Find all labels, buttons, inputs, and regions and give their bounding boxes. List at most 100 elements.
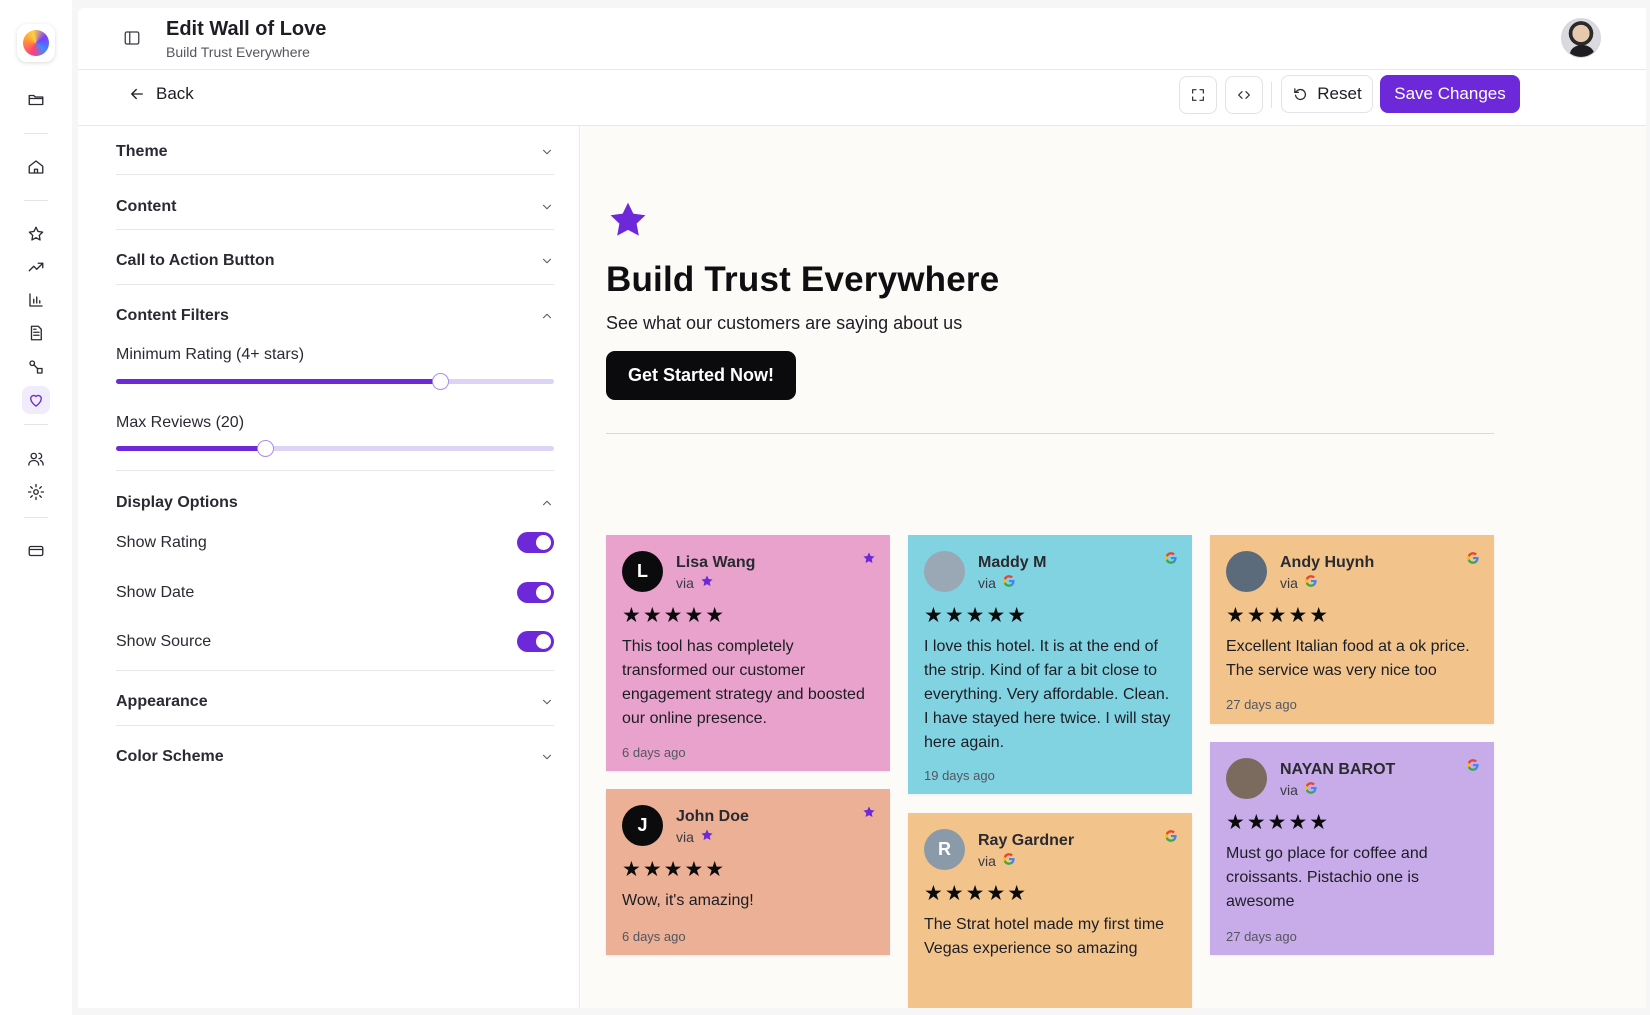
trending-icon[interactable] bbox=[22, 253, 50, 281]
review-card[interactable]: L Lisa Wang via ★★★★★ This tool has complete… bbox=[606, 535, 890, 771]
section-display-options[interactable]: Display Options bbox=[116, 491, 554, 515]
review-text: I love this hotel. It is at the end of t… bbox=[924, 638, 1171, 751]
reviewer-avatar bbox=[924, 551, 965, 592]
review-source: via bbox=[676, 574, 714, 591]
preview-subtitle: See what our customers are saying about … bbox=[606, 313, 963, 333]
reviewer-name: Lisa Wang bbox=[676, 554, 756, 571]
chevron-down-icon bbox=[542, 258, 552, 264]
gear-icon[interactable] bbox=[22, 478, 50, 506]
review-card[interactable]: R Ray Gardner via ★★★★★ The Strat hotel made… bbox=[908, 813, 1192, 1008]
back-button[interactable]: Back bbox=[128, 84, 194, 104]
star-icon bbox=[700, 828, 714, 845]
section-title: Content Filters bbox=[116, 307, 229, 324]
preview-divider bbox=[606, 433, 1494, 434]
section-title: Display Options bbox=[116, 494, 238, 511]
review-card[interactable]: NAYAN BAROT via ★★★★★ Must go place for cof… bbox=[1210, 742, 1494, 955]
rating-stars: ★★★★★ bbox=[924, 882, 1029, 905]
heart-icon[interactable] bbox=[22, 386, 50, 414]
review-source: via bbox=[1280, 574, 1318, 591]
reset-icon bbox=[1294, 87, 1307, 100]
chevron-down-icon bbox=[542, 754, 552, 760]
arrow-left-icon bbox=[131, 88, 143, 100]
chevron-down-icon bbox=[542, 149, 552, 155]
reviewer-name: Maddy M bbox=[978, 554, 1047, 571]
review-card[interactable]: J John Doe via ★★★★★ Wow, it's amazing! 6 day… bbox=[606, 789, 890, 955]
document-icon[interactable] bbox=[22, 319, 50, 347]
card-icon[interactable] bbox=[22, 537, 50, 565]
via-label: via bbox=[676, 574, 694, 591]
wall-of-love-preview: Build Trust Everywhere See what our cust… bbox=[581, 126, 1646, 1008]
reset-label: Reset bbox=[1317, 84, 1362, 103]
star-icon[interactable] bbox=[22, 220, 50, 248]
show-date-toggle[interactable] bbox=[517, 582, 554, 603]
star-icon bbox=[862, 805, 876, 824]
section-cta-button[interactable]: Call to Action Button bbox=[116, 249, 554, 273]
section-title: Theme bbox=[116, 143, 168, 160]
rating-stars: ★★★★★ bbox=[924, 604, 1029, 627]
reviewer-avatar bbox=[1226, 758, 1267, 799]
star-icon bbox=[862, 551, 876, 570]
show-rating-row: Show Rating bbox=[116, 532, 554, 553]
app-logo[interactable] bbox=[17, 24, 55, 62]
avatar-initial: R bbox=[938, 839, 951, 859]
avatar-initial: J bbox=[637, 815, 648, 835]
rating-stars: ★★★★★ bbox=[1226, 604, 1331, 627]
preview-title: Build Trust Everywhere bbox=[606, 260, 1000, 299]
embed-code-button[interactable] bbox=[1225, 76, 1263, 114]
max-reviews-label: Max Reviews (20) bbox=[116, 414, 245, 431]
show-date-row: Show Date bbox=[116, 582, 554, 603]
via-label: via bbox=[676, 828, 694, 845]
action-bar: Back Reset Save Changes bbox=[78, 70, 1646, 126]
review-date: 6 days ago bbox=[622, 745, 686, 760]
section-theme[interactable]: Theme bbox=[116, 140, 554, 164]
slider-thumb[interactable] bbox=[432, 373, 450, 390]
section-title: Content bbox=[116, 198, 177, 215]
reviewer-avatar bbox=[1226, 551, 1267, 592]
sidebar-toggle-icon[interactable] bbox=[120, 26, 144, 50]
save-changes-button[interactable]: Save Changes bbox=[1380, 75, 1520, 113]
home-icon[interactable] bbox=[22, 153, 50, 181]
reviewer-name: NAYAN BAROT bbox=[1280, 761, 1396, 778]
rating-stars: ★★★★★ bbox=[622, 858, 727, 881]
review-date: 6 days ago bbox=[622, 929, 686, 944]
bar-chart-icon[interactable] bbox=[22, 286, 50, 314]
sidebar-rail bbox=[0, 0, 72, 1015]
review-source: via bbox=[676, 828, 714, 845]
show-rating-toggle[interactable] bbox=[517, 532, 554, 553]
section-title: Call to Action Button bbox=[116, 252, 275, 269]
section-title: Color Scheme bbox=[116, 748, 224, 765]
toggle-label: Show Date bbox=[116, 583, 195, 601]
via-label: via bbox=[1280, 781, 1298, 798]
page-subtitle: Build Trust Everywhere bbox=[166, 44, 310, 60]
reset-button[interactable]: Reset bbox=[1281, 75, 1373, 113]
google-icon bbox=[1164, 829, 1178, 848]
reviewer-avatar: J bbox=[622, 805, 663, 846]
show-source-row: Show Source bbox=[116, 631, 554, 652]
show-source-toggle[interactable] bbox=[517, 631, 554, 652]
shapes-icon[interactable] bbox=[22, 353, 50, 381]
section-appearance[interactable]: Appearance bbox=[116, 690, 554, 714]
rating-stars: ★★★★★ bbox=[1226, 811, 1331, 834]
slider-thumb[interactable] bbox=[256, 440, 274, 457]
page-title: Edit Wall of Love bbox=[166, 18, 327, 40]
section-content-filters[interactable]: Content Filters bbox=[116, 304, 554, 328]
fullscreen-button[interactable] bbox=[1179, 76, 1217, 114]
max-reviews-slider[interactable] bbox=[116, 440, 554, 457]
via-label: via bbox=[978, 574, 996, 591]
google-icon bbox=[1164, 551, 1178, 570]
review-card[interactable]: Andy Huynh via ★★★★★ Excellent Italian food… bbox=[1210, 535, 1494, 724]
settings-panel: Theme Content Call to Action Button Cont… bbox=[78, 126, 580, 1008]
folder-icon[interactable] bbox=[22, 86, 50, 114]
get-started-button[interactable]: Get Started Now! bbox=[606, 351, 796, 400]
section-content[interactable]: Content bbox=[116, 195, 554, 219]
chevron-down-icon bbox=[542, 204, 552, 210]
users-icon[interactable] bbox=[22, 445, 50, 473]
review-text: Excellent Italian food at a ok price. Th… bbox=[1226, 638, 1470, 679]
reviewer-name: John Doe bbox=[676, 808, 749, 825]
min-rating-slider[interactable] bbox=[116, 373, 554, 390]
review-source: via bbox=[978, 574, 1016, 591]
toolbar-divider bbox=[1271, 82, 1272, 108]
section-color-scheme[interactable]: Color Scheme bbox=[116, 745, 554, 769]
review-card[interactable]: Maddy M via ★★★★★ I love this hotel. It is … bbox=[908, 535, 1192, 794]
user-avatar[interactable] bbox=[1561, 18, 1601, 58]
